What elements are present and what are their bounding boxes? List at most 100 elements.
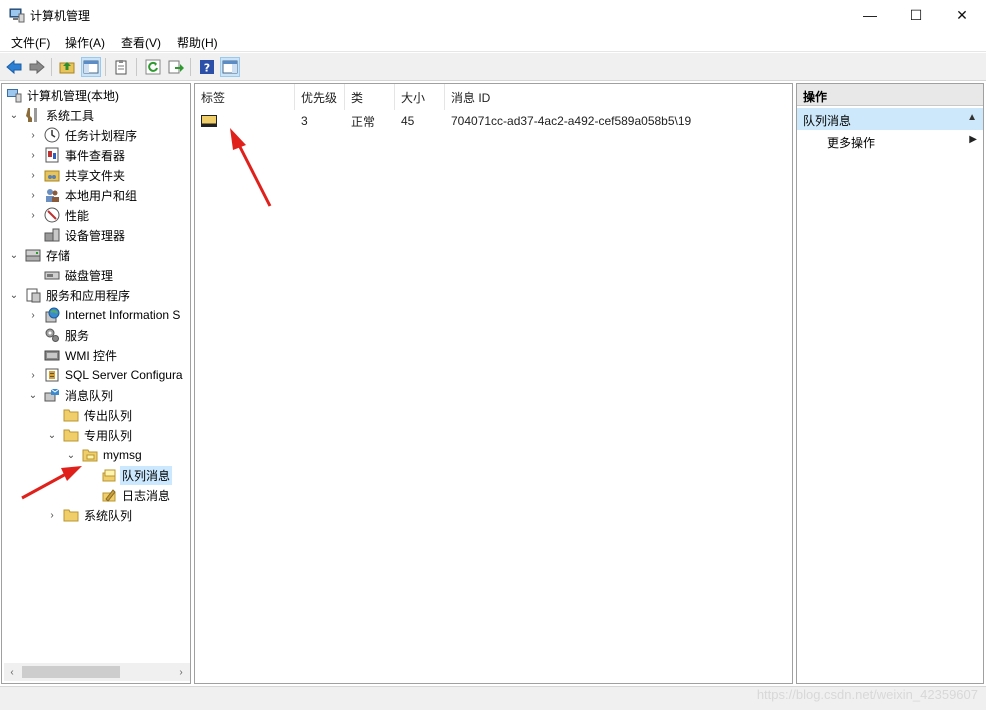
collapse-private-queues-icon[interactable]: ⌄ [47, 430, 57, 441]
cell-label [195, 112, 295, 130]
disk-icon [44, 271, 60, 280]
tree-label-shared-folders: 共享文件夹 [65, 168, 126, 183]
tree-node-device-manager[interactable]: 设备管理器 [44, 225, 127, 245]
tree-node-iis[interactable]: Internet Information S [44, 305, 182, 325]
expand-iis-icon[interactable]: › [28, 310, 38, 321]
tree-node-performance[interactable]: 性能 [44, 205, 91, 225]
toolbar-separator [51, 58, 52, 76]
tree-node-system-queues[interactable]: 系统队列 [63, 505, 134, 525]
column-header-size[interactable]: 大小 [395, 84, 445, 110]
toolbar: ? [0, 53, 986, 81]
message-queuing-icon [44, 388, 60, 402]
collapse-services-apps-icon[interactable]: ⌄ [9, 290, 19, 301]
tree-node-local-users[interactable]: 本地用户和组 [44, 185, 139, 205]
column-header-class[interactable]: 类 [345, 84, 395, 110]
expand-sql-server-icon[interactable]: › [28, 370, 38, 381]
maximize-button[interactable]: ☐ [893, 0, 939, 30]
tree-horizontal-scrollbar[interactable]: ‹ › [4, 663, 190, 681]
tree-label-wmi: WMI 控件 [65, 348, 117, 363]
toolbar-separator [105, 58, 106, 76]
show-hide-console-tree-button[interactable] [81, 57, 101, 77]
close-icon: ✕ [956, 6, 968, 23]
gears-icon [45, 328, 59, 342]
expand-local-users-icon[interactable]: › [28, 190, 38, 201]
collapse-storage-icon[interactable]: ⌄ [9, 250, 19, 261]
back-button[interactable] [4, 57, 24, 77]
tree-node-system-tools[interactable]: 系统工具 [25, 105, 96, 125]
clipboard-icon [115, 60, 127, 75]
tree-node-message-queuing[interactable]: 消息队列 [44, 385, 115, 405]
actions-section-queue-messages[interactable]: 队列消息 ▲ [797, 108, 983, 130]
svg-text:?: ? [204, 62, 210, 75]
up-one-level-button[interactable] [57, 57, 77, 77]
export-list-button[interactable] [166, 57, 186, 77]
expand-system-queues-icon[interactable]: › [47, 510, 57, 521]
close-button[interactable]: ✕ [939, 0, 985, 30]
scrollbar-thumb[interactable] [22, 666, 120, 678]
tree-node-task-scheduler[interactable]: 任务计划程序 [44, 125, 139, 145]
tree-node-journal-messages[interactable]: 日志消息 [101, 485, 172, 505]
tree-node-services[interactable]: 服务 [44, 325, 91, 345]
status-bar: https://blog.csdn.net/weixin_42359607 [0, 686, 986, 710]
menu-view[interactable]: 查看(V) [121, 34, 161, 51]
tree-label-services-apps: 服务和应用程序 [46, 288, 131, 303]
menu-help[interactable]: 帮助(H) [177, 34, 218, 51]
tree-node-private-queues[interactable]: 专用队列 [63, 425, 134, 445]
column-header-message-id[interactable]: 消息 ID [445, 84, 792, 110]
forward-button[interactable] [27, 57, 47, 77]
message-list-pane: 标签 优先级 类 大小 消息 ID 3 正常 45 704071cc-ad37-… [194, 83, 793, 684]
tree-node-disk-management[interactable]: 磁盘管理 [44, 265, 115, 285]
collapse-system-tools-icon[interactable]: ⌄ [9, 110, 19, 121]
computer-management-icon [9, 8, 25, 23]
tree-node-shared-folders[interactable]: 共享文件夹 [44, 165, 127, 185]
menu-action[interactable]: 操作(A) [65, 34, 105, 51]
storage-icon [25, 249, 41, 262]
refresh-button[interactable] [143, 57, 163, 77]
journal-messages-icon [102, 489, 116, 502]
tree-label-queue-messages: 队列消息 [120, 465, 173, 485]
scroll-left-icon[interactable]: ‹ [5, 665, 19, 679]
action-pane-icon [222, 60, 238, 74]
tree-node-wmi[interactable]: WMI 控件 [44, 345, 119, 365]
properties-button[interactable] [111, 57, 131, 77]
expand-shared-folders-icon[interactable]: › [28, 170, 38, 181]
cell-class: 正常 [351, 114, 376, 129]
tree-node-outgoing-queues[interactable]: 传出队列 [63, 405, 134, 425]
folder-icon [63, 429, 79, 442]
tree-label-task-scheduler: 任务计划程序 [65, 128, 138, 143]
console-tree-pane: 计算机管理(本地) ⌄ 系统工具 › 任务计划程序 › 事件查看器 › 共享文件… [1, 83, 191, 684]
event-viewer-icon [45, 147, 59, 163]
minimize-button[interactable]: — [847, 0, 893, 30]
tree-node-queue-messages[interactable]: 队列消息 [101, 465, 173, 485]
column-header-label[interactable]: 标签 [195, 84, 295, 110]
forward-arrow-icon [29, 59, 45, 75]
collapse-mymsg-icon[interactable]: ⌄ [66, 450, 76, 461]
more-actions-item[interactable]: 更多操作 ▶ [827, 134, 977, 154]
tree-node-sql-server[interactable]: SQL Server Configura [44, 365, 185, 385]
expand-event-viewer-icon[interactable]: › [28, 150, 38, 161]
tree-node-mymsg[interactable]: mymsg [82, 445, 144, 465]
watermark-text: https://blog.csdn.net/weixin_42359607 [756, 687, 978, 702]
tree-label-private-queues: 专用队列 [84, 428, 133, 443]
menu-file[interactable]: 文件(F) [11, 34, 50, 51]
toolbar-separator [136, 58, 137, 76]
expand-performance-icon[interactable]: › [28, 210, 38, 221]
tree-label-sql-server: SQL Server Configura [65, 368, 183, 382]
back-arrow-icon [6, 59, 22, 75]
cell-message-id: 704071cc-ad37-4ac2-a492-cef589a058b5\19 [451, 114, 692, 128]
tree-node-storage[interactable]: 存储 [25, 245, 72, 265]
tree-node-event-viewer[interactable]: 事件查看器 [44, 145, 127, 165]
title-bar: 计算机管理 — ☐ ✕ [0, 0, 986, 30]
show-hide-action-pane-button[interactable] [220, 57, 240, 77]
collapse-message-queuing-icon[interactable]: ⌄ [28, 390, 38, 401]
tree-label-system-tools: 系统工具 [46, 108, 95, 123]
column-header-priority[interactable]: 优先级 [295, 84, 345, 110]
minimize-icon: — [863, 7, 877, 23]
help-button[interactable]: ? [197, 57, 217, 77]
scroll-right-icon[interactable]: › [174, 665, 188, 679]
tree-node-root[interactable]: 计算机管理(本地) [6, 85, 121, 105]
expand-task-scheduler-icon[interactable]: › [28, 130, 38, 141]
tree-label-message-queuing: 消息队列 [65, 388, 114, 403]
tree-label-outgoing-queues: 传出队列 [84, 408, 133, 423]
tree-node-services-apps[interactable]: 服务和应用程序 [25, 285, 132, 305]
